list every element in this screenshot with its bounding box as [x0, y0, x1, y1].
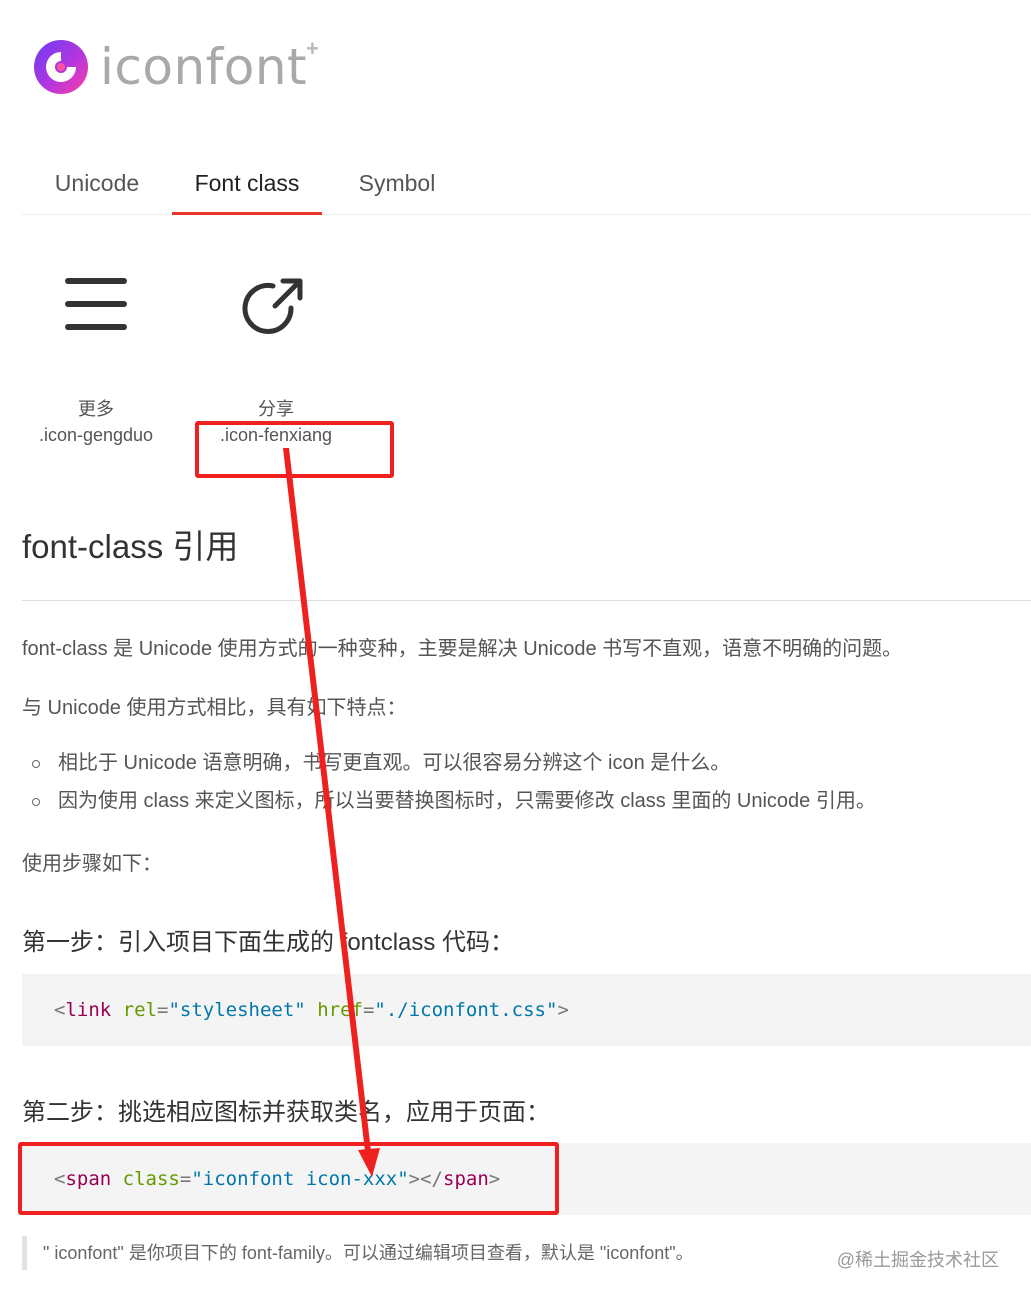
steps-intro-paragraph: 使用步骤如下： — [22, 853, 162, 875]
tab-unicode[interactable]: Unicode — [42, 152, 152, 214]
code-tag: link — [65, 999, 112, 1021]
icon-name: 更多 — [78, 399, 114, 419]
step-one-title: 第一步：引入项目下面生成的 fontclass 代码： — [22, 929, 515, 956]
watermark: @稀土掘金技术社区 — [836, 1250, 999, 1270]
code-attr: href — [317, 999, 363, 1021]
icon-card-gengduo[interactable]: 更多 .icon-gengduo — [6, 262, 186, 448]
annotation-box-code — [18, 1142, 559, 1215]
hamburger-menu-icon — [65, 278, 127, 330]
feature-list: 相比于 Unicode 语意明确，书写更直观。可以很容易分辨这个 icon 是什… — [22, 744, 876, 820]
section-divider — [22, 600, 1031, 601]
list-item: 因为使用 class 来定义图标，所以当要替换图标时，只需要修改 class 里… — [22, 782, 876, 820]
iconfont-logo-icon — [34, 40, 88, 94]
tab-font-class[interactable]: Font class — [172, 152, 322, 215]
step-two-title: 第二步：挑选相应图标并获取类名，应用于页面： — [22, 1099, 550, 1126]
intro-paragraph: font-class 是 Unicode 使用方式的一种变种，主要是解决 Uni… — [22, 638, 903, 660]
code-token: < — [54, 999, 66, 1021]
tab-symbol[interactable]: Symbol — [342, 152, 452, 214]
tab-bar: Unicode Font class Symbol — [22, 152, 1031, 215]
iconfont-logo[interactable]: iconfont + — [34, 36, 319, 96]
section-title: font-class 引用 — [22, 528, 239, 565]
code-token: > — [557, 999, 569, 1021]
code-string: "stylesheet" — [168, 999, 306, 1021]
icon-name: 分享 — [258, 399, 294, 419]
logo-plus-mark: + — [306, 36, 319, 61]
compare-paragraph: 与 Unicode 使用方式相比，具有如下特点： — [22, 697, 407, 719]
code-token: = — [157, 999, 169, 1021]
logo-wordmark: iconfont — [100, 38, 308, 96]
code-string: "./iconfont.css" — [374, 999, 558, 1021]
code-attr: rel — [122, 999, 157, 1021]
step-one-code-block[interactable]: <link rel="stylesheet" href="./iconfont.… — [22, 974, 1031, 1046]
list-item: 相比于 Unicode 语意明确，书写更直观。可以很容易分辨这个 icon 是什… — [22, 744, 876, 782]
annotation-box-icon-class — [195, 421, 394, 478]
code-token: = — [362, 999, 375, 1021]
icon-class-name: .icon-gengduo — [38, 425, 154, 445]
share-icon — [242, 278, 303, 334]
